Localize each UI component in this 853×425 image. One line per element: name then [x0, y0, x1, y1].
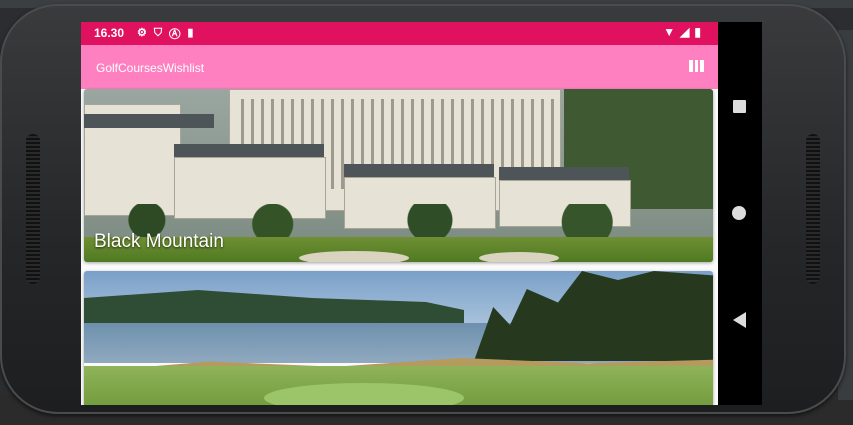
emulator-device-frame: 16.30 ⚙⛉Ⓐ▮ ▼◢▮ GolfCoursesWishlist Black… [0, 4, 846, 414]
gear-icon: ⚙ [137, 27, 154, 39]
course-title: Black Mountain [94, 231, 224, 252]
app-title: GolfCoursesWishlist [96, 61, 205, 75]
course-card[interactable] [84, 271, 713, 405]
recent-apps-icon[interactable] [733, 100, 746, 113]
speaker-grille-left [26, 134, 40, 284]
image-bunker [479, 252, 559, 262]
course-card[interactable]: Black Mountain [84, 89, 713, 262]
course-list[interactable]: Black Mountain [81, 89, 718, 405]
sd-card-icon: ▮ [187, 27, 201, 39]
image-bunker [299, 251, 409, 262]
battery-icon: ▮ [694, 25, 706, 39]
status-icons-left: ⚙⛉Ⓐ▮ [137, 26, 200, 40]
status-bar: 16.30 ⚙⛉Ⓐ▮ ▼◢▮ [81, 22, 718, 45]
image-green [264, 383, 464, 405]
back-icon[interactable] [733, 312, 746, 328]
image-roof [84, 114, 214, 128]
signal-icon: ◢ [680, 25, 695, 39]
home-icon[interactable] [732, 206, 746, 220]
a-icon: Ⓐ [169, 27, 188, 39]
app-bar: GolfCoursesWishlist [81, 45, 718, 89]
image-roof [499, 167, 629, 181]
image-roof [344, 164, 494, 178]
grid-icon[interactable] [689, 60, 705, 72]
image-roof [174, 144, 324, 158]
status-time: 16.30 [94, 26, 125, 40]
shield-icon: ⛉ [153, 27, 170, 39]
wifi-icon: ▼ [663, 25, 681, 39]
device-screen: 16.30 ⚙⛉Ⓐ▮ ▼◢▮ GolfCoursesWishlist Black… [81, 22, 762, 405]
navigation-bar [718, 22, 762, 405]
speaker-grille-right [806, 134, 820, 284]
status-icons-right: ▼◢▮ [663, 25, 706, 39]
